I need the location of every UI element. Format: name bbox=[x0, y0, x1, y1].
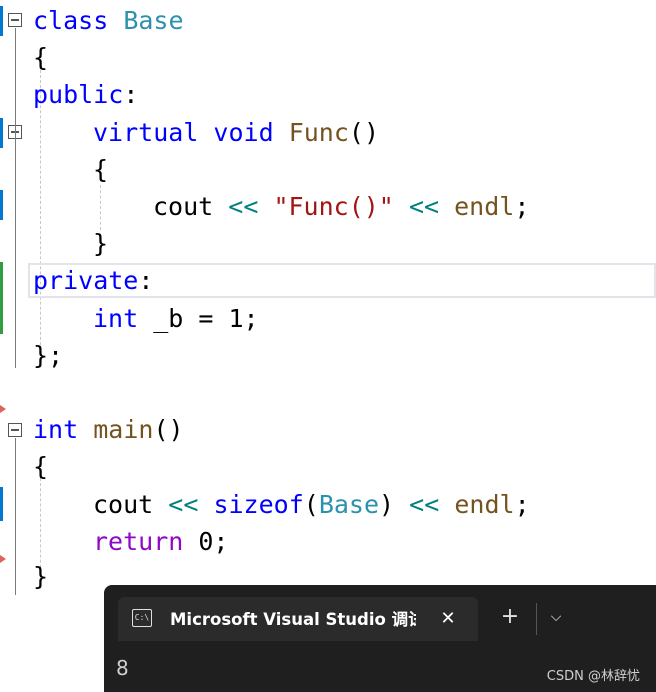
code-line[interactable]: private: bbox=[33, 262, 153, 299]
operator: << bbox=[409, 490, 440, 519]
code-line[interactable]: }; bbox=[33, 337, 63, 374]
change-marker bbox=[0, 487, 3, 521]
identifier: _b = 1; bbox=[153, 304, 259, 333]
collapse-class-button[interactable] bbox=[8, 13, 22, 27]
code-line[interactable]: { bbox=[93, 151, 108, 188]
code-line[interactable]: return 0; bbox=[93, 523, 228, 560]
punctuation: () bbox=[348, 118, 380, 147]
close-icon[interactable]: ✕ bbox=[436, 607, 460, 631]
code-line[interactable]: } bbox=[93, 225, 108, 262]
keyword: private bbox=[33, 266, 139, 295]
console-tab[interactable]: C:\ Microsoft Visual Studio 调试控制台 ✕ bbox=[118, 597, 478, 641]
new-tab-button[interactable]: + bbox=[498, 605, 522, 629]
code-line[interactable]: virtual void Func() bbox=[93, 114, 379, 151]
keyword: virtual bbox=[93, 118, 199, 147]
code-line[interactable]: } bbox=[33, 558, 48, 595]
class-name: Base bbox=[318, 490, 380, 519]
indent-guide bbox=[40, 70, 41, 360]
operator: << bbox=[408, 192, 440, 221]
code-line[interactable]: class Base bbox=[33, 2, 184, 39]
punctuation: ( bbox=[303, 490, 319, 519]
keyword: class bbox=[33, 6, 109, 35]
keyword: int bbox=[93, 304, 139, 333]
keyword: int bbox=[33, 415, 79, 444]
code-line[interactable]: { bbox=[33, 448, 48, 485]
code-line[interactable]: int main() bbox=[33, 411, 184, 448]
divider bbox=[536, 603, 537, 635]
punctuation: ) bbox=[379, 490, 395, 519]
change-marker bbox=[0, 190, 3, 220]
breakpoint-arrow-icon bbox=[0, 405, 6, 413]
console-output: 8 bbox=[116, 656, 129, 680]
code-line[interactable]: int _b = 1; bbox=[93, 300, 259, 337]
console-tab-title: Microsoft Visual Studio 调试控制台 bbox=[170, 610, 416, 629]
keyword: return bbox=[93, 527, 184, 556]
brace: }; bbox=[33, 341, 64, 370]
change-marker bbox=[0, 6, 3, 36]
collapse-main-button[interactable] bbox=[8, 423, 22, 437]
brace: } bbox=[93, 229, 109, 258]
change-marker bbox=[0, 118, 3, 148]
function-name: main bbox=[93, 415, 154, 444]
brace: { bbox=[93, 155, 109, 184]
string-literal: "Func()" bbox=[273, 192, 394, 221]
punctuation: () bbox=[153, 415, 184, 444]
punctuation: : bbox=[123, 80, 139, 109]
code-line[interactable]: cout << sizeof(Base) << endl; bbox=[93, 486, 530, 523]
operator: << bbox=[228, 192, 259, 221]
outline-line bbox=[15, 438, 16, 595]
brace: { bbox=[33, 43, 49, 72]
punctuation: : bbox=[138, 266, 154, 295]
keyword: public bbox=[33, 80, 124, 109]
code-line[interactable]: public: bbox=[33, 76, 138, 113]
identifier: cout bbox=[153, 192, 214, 221]
identifier: endl bbox=[454, 192, 515, 221]
watermark: CSDN @林辞忧 bbox=[546, 669, 640, 684]
brace: } bbox=[33, 562, 49, 591]
chevron-down-icon[interactable]: ⌵ bbox=[544, 605, 568, 629]
punctuation: ; bbox=[514, 192, 530, 221]
class-name: Base bbox=[123, 6, 184, 35]
indent-guide bbox=[100, 185, 101, 230]
code-line[interactable]: { bbox=[33, 39, 48, 76]
operator: << bbox=[168, 490, 199, 519]
identifier: endl bbox=[454, 490, 515, 519]
literal: 0; bbox=[198, 527, 229, 556]
function-name: Func bbox=[288, 118, 349, 147]
outline-line bbox=[15, 28, 16, 368]
identifier: cout bbox=[93, 490, 154, 519]
brace: { bbox=[33, 452, 49, 481]
terminal-icon: C:\ bbox=[132, 609, 152, 627]
code-line[interactable]: cout << "Func()" << endl; bbox=[153, 188, 529, 225]
saved-change-marker bbox=[0, 262, 3, 334]
debug-console-window[interactable]: C:\ Microsoft Visual Studio 调试控制台 ✕ + ⌵ … bbox=[104, 585, 656, 692]
breakpoint-arrow-icon bbox=[0, 555, 6, 563]
punctuation: ; bbox=[514, 490, 530, 519]
keyword: void bbox=[213, 118, 274, 147]
keyword: sizeof bbox=[213, 490, 304, 519]
